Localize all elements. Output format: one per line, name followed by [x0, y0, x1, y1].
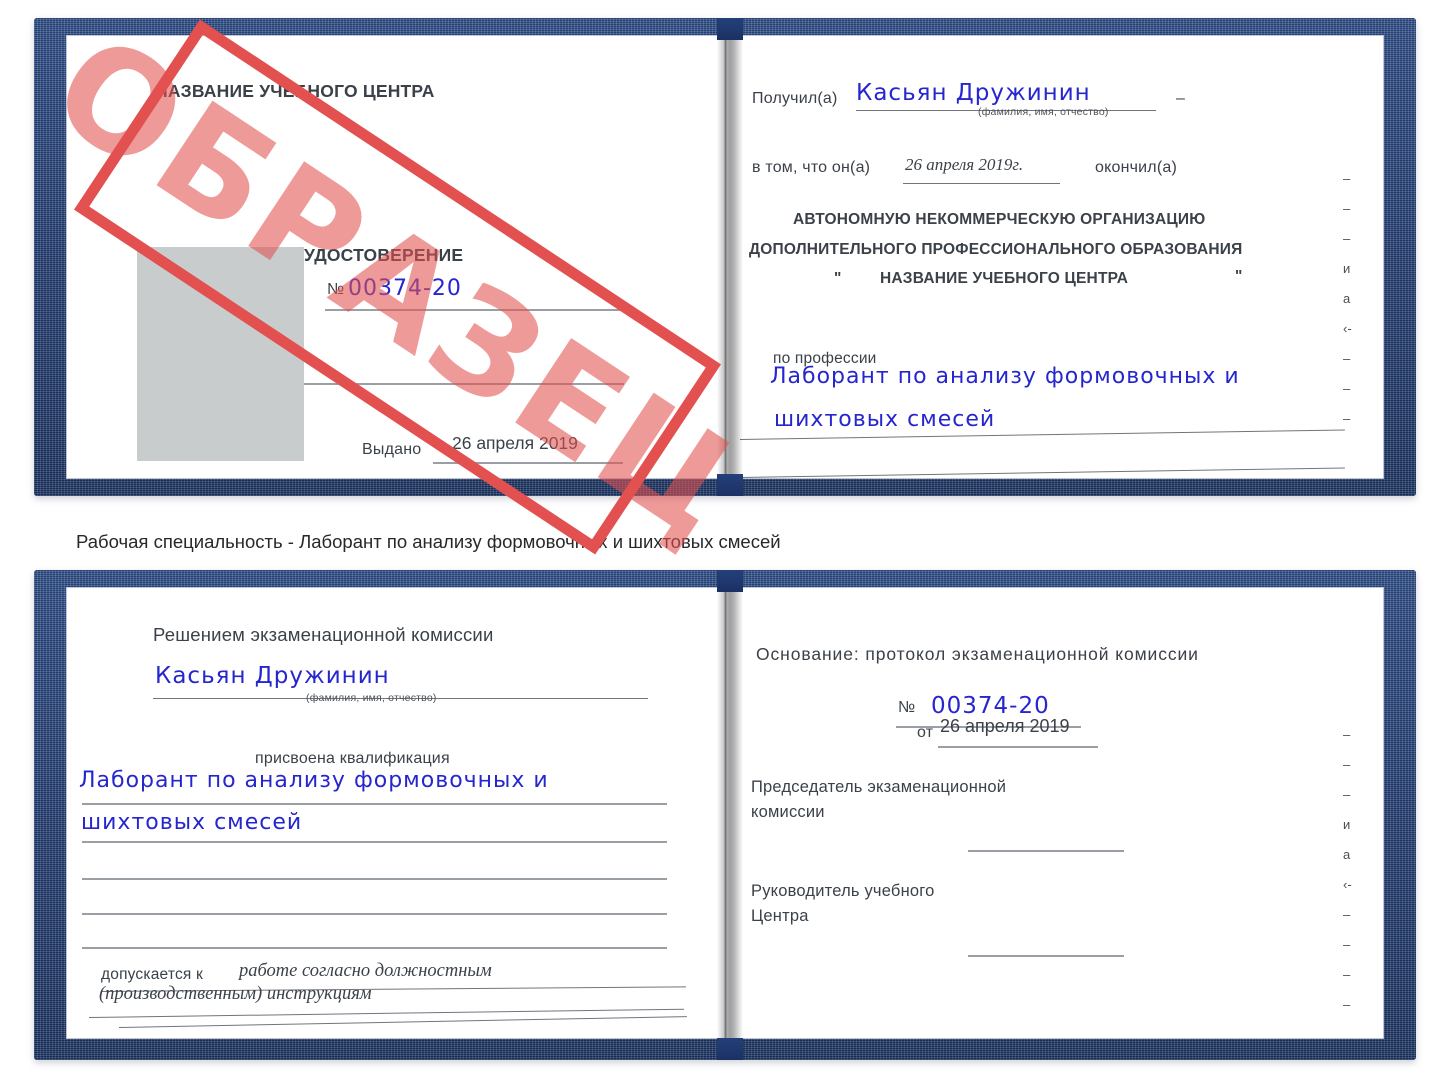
head-line-2: Центра — [751, 907, 809, 925]
org-title: НАЗВАНИЕ УЧЕБНОГО ЦЕНТРА — [155, 81, 435, 101]
number-label: № — [327, 281, 345, 298]
qualification-label: присвоена квалификация — [255, 750, 450, 767]
certificate-number: 00374-20 — [348, 276, 462, 301]
basis-label: Основание: протокол экзаменационной коми… — [756, 644, 1199, 664]
bottom-right-page: Основание: протокол экзаменационной коми… — [728, 588, 1383, 1038]
certificate-bottom-pages: Решением экзаменационной комиссии Касьян… — [67, 588, 1383, 1038]
admitted-rule-2 — [88, 1008, 684, 1018]
protocol-number-label: № — [898, 699, 916, 716]
completion-date-rule — [903, 183, 1060, 184]
caption-text: Рабочая специальность - Лаборант по анал… — [76, 531, 781, 552]
number-rule — [325, 309, 625, 311]
org-quote-open: " — [834, 270, 842, 287]
chairman-line-1: Председатель экзаменационной — [751, 778, 1007, 796]
profession-line-1: Лаборант по анализу формовочных и — [770, 364, 1240, 389]
chairman-line-2: комиссии — [751, 803, 825, 821]
org-line-2: ДОПОЛНИТЕЛЬНОГО ПРОФЕССИОНАЛЬНОГО ОБРАЗО… — [749, 241, 1243, 258]
profession-line-2: шихтовых смесей — [774, 407, 996, 432]
graduate-name-hint: (фамилия, имя, отчество) — [306, 692, 437, 704]
name-hint: (фамилия, имя, отчество) — [978, 106, 1109, 118]
certificate-bottom: Решением экзаменационной комиссии Касьян… — [34, 570, 1416, 1060]
doc-type-label: УДОСТОВЕРЕНИЕ — [304, 245, 464, 265]
qualification-line-1: Лаборант по анализу формовочных и — [79, 768, 549, 793]
spine-tab-bottom-lower — [717, 1038, 743, 1060]
received-label: Получил(а) — [752, 90, 838, 107]
blank-rule-1 — [272, 383, 624, 385]
that-label: в том, что он(а) — [752, 159, 871, 176]
graduate-name: Касьян Дружинин — [155, 663, 390, 689]
protocol-date-rule — [938, 746, 1098, 748]
top-left-page: НАЗВАНИЕ УЧЕБНОГО ЦЕНТРА УДОСТОВЕРЕНИЕ №… — [67, 36, 722, 478]
commission-heading: Решением экзаменационной комиссии — [153, 624, 494, 645]
issued-rule — [433, 462, 623, 464]
finished-label: окончил(а) — [1095, 159, 1177, 176]
blank-rule-4 — [82, 947, 667, 949]
protocol-date: 26 апреля 2019 — [940, 716, 1070, 736]
head-signature-rule — [968, 955, 1124, 957]
org-quote-close: " — [1235, 268, 1243, 285]
blank-rule-2 — [82, 878, 667, 880]
admitted-rule-3 — [118, 1016, 687, 1028]
bottom-gutter — [724, 588, 727, 1038]
qualification-line-2: шихтовых смесей — [81, 810, 303, 835]
issued-label: Выдано — [362, 441, 422, 458]
page-edge-fragments-bottom: – – – и а ‹- – – – – — [1343, 727, 1352, 1012]
page-edge-fragments-top: – – – и а ‹- – – – — [1343, 171, 1352, 426]
blank-rule-3 — [82, 913, 667, 915]
chairman-signature-rule — [968, 850, 1124, 852]
org-line-1: АВТОНОМНУЮ НЕКОММЕРЧЕСКУЮ ОРГАНИЗАЦИЮ — [793, 211, 1206, 228]
top-gutter — [724, 36, 727, 478]
qualification-rule-1 — [82, 803, 667, 805]
received-name: Касьян Дружинин — [856, 80, 1091, 106]
qualification-rule-2 — [82, 841, 667, 843]
bottom-left-page: Решением экзаменационной комиссии Касьян… — [67, 588, 722, 1038]
received-dash: – — [1176, 90, 1186, 107]
admitted-label: допускается к — [101, 966, 203, 983]
protocol-date-label: от — [917, 724, 934, 741]
screenshot-root: НАЗВАНИЕ УЧЕБНОГО ЦЕНТРА УДОСТОВЕРЕНИЕ №… — [0, 0, 1448, 1085]
admitted-line-2: (производственным) инструкциям — [99, 984, 372, 1004]
photo-placeholder — [137, 247, 304, 461]
certificate-top: НАЗВАНИЕ УЧЕБНОГО ЦЕНТРА УДОСТОВЕРЕНИЕ №… — [34, 18, 1416, 496]
admitted-line-1: работе согласно должностным — [239, 961, 492, 981]
head-line-1: Руководитель учебного — [751, 882, 935, 900]
completion-date: 26 апреля 2019г. — [905, 155, 1024, 174]
issued-date: 26 апреля 2019 — [452, 433, 578, 453]
certificate-top-pages: НАЗВАНИЕ УЧЕБНОГО ЦЕНТРА УДОСТОВЕРЕНИЕ №… — [67, 36, 1383, 478]
org-line-3: НАЗВАНИЕ УЧЕБНОГО ЦЕНТРА — [880, 270, 1129, 287]
top-right-page: Получил(а) Касьян Дружинин (фамилия, имя… — [728, 36, 1383, 478]
profession-rule-2 — [739, 467, 1345, 478]
